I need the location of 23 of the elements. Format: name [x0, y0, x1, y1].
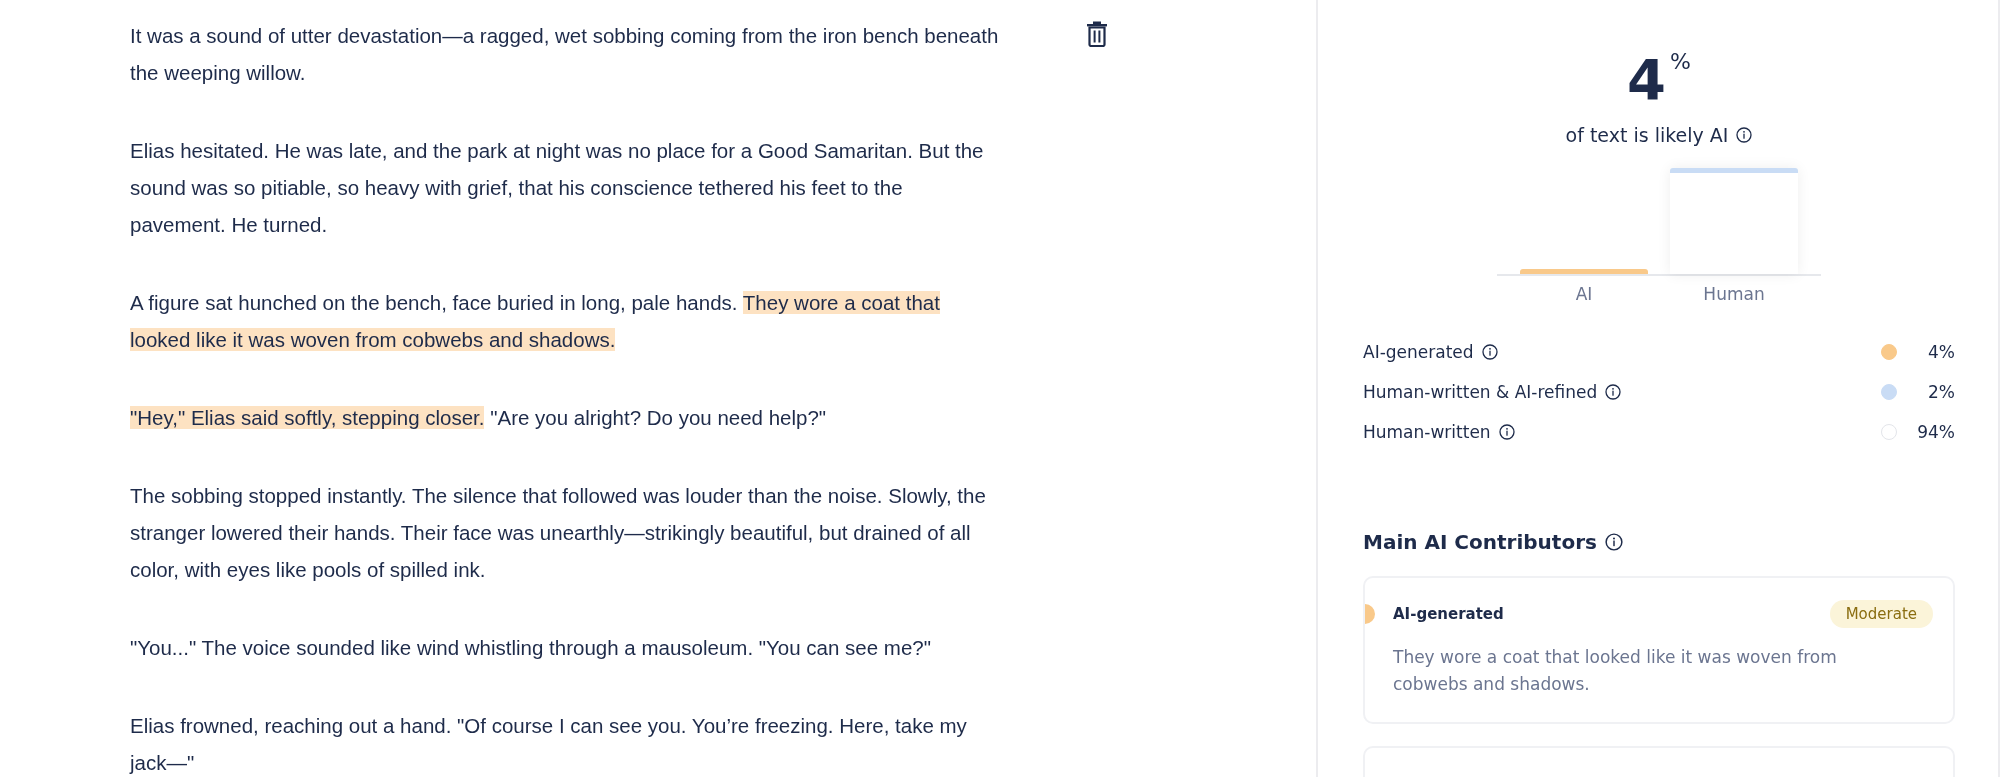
paragraph: The sobbing stopped instantly. The silence that followed was louder than the noise. Slowly, the stranger lowered their hands. Their face was unearthly—strikingly beautiful, but drained of all color, with eyes like pools of spilled ink. — [130, 483, 987, 583]
paragraph: Elias hesitated. He was late, and the park at night was no place for a Good Samaritan. But the sound was so pitiable, so heavy with grief, that his conscience tethered his feet to the pavement. He turned. — [130, 138, 985, 238]
axis-label: Human — [1702, 284, 1766, 304]
legend-label: AI-generated — [1363, 342, 1474, 362]
paragraph: It was a sound of utter devastation—a ragged, wet sobbing coming from the iron bench beneath the weeping willow. — [130, 23, 1000, 86]
contributor-excerpt: They wore a coat that looked like it was woven from cobwebs and shadows. — [1392, 646, 1838, 696]
ai-score: 4 — [1627, 50, 1667, 110]
legend-label: Human-written — [1363, 422, 1491, 442]
axis-label: AI — [1574, 284, 1594, 304]
score-caption: of text is likely AI — [1565, 124, 1729, 146]
percent-sign: % — [1670, 50, 1691, 74]
section-title: Main AI Contributors — [1363, 530, 1597, 554]
legend-value: 94% — [1916, 422, 1955, 442]
paragraph: "Hey," Elias said softly, stepping closer. "Are you alright? Do you need help?" — [130, 405, 828, 431]
legend-value: 2% — [1927, 382, 1955, 402]
legend-label: Human-written & AI-refined — [1363, 382, 1598, 402]
category-label: AI-generated — [1393, 605, 1504, 623]
paragraph: Elias frowned, reaching out a hand. "Of course I can see you. You’re freezing. Here, take my jack—" — [130, 713, 968, 776]
legend-value: 4% — [1927, 342, 1955, 362]
paragraph: "You..." The voice sounded like wind whistling through a mausoleum. "You can see me?" — [130, 635, 932, 661]
paragraph: A figure sat hunched on the bench, face buried in long, pale hands. They wore a coat that looked like it was woven from cobwebs and shadows. — [130, 290, 941, 353]
level-badge: Moderate — [1829, 600, 1933, 628]
contributor-card[interactable]: AI-generated Moderate They wore a coat that looked like it was woven from cobwebs and shadows. — [1363, 576, 1955, 724]
